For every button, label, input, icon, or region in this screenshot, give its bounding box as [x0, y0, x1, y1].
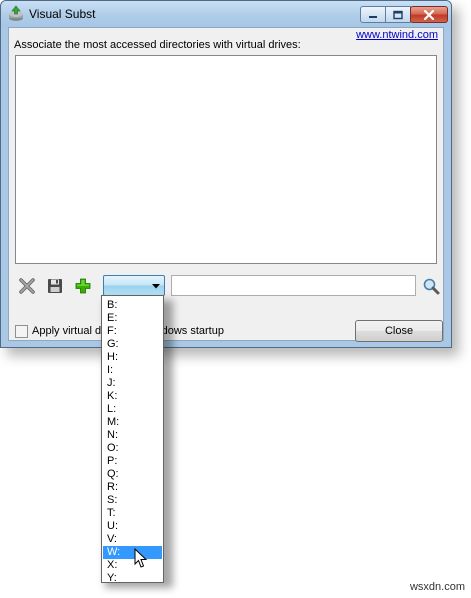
website-link[interactable]: www.ntwind.com: [356, 29, 438, 41]
drive-option[interactable]: R:: [103, 481, 162, 494]
drive-option[interactable]: U:: [103, 520, 162, 533]
drive-option[interactable]: J:: [103, 377, 162, 390]
drive-option[interactable]: E:: [103, 312, 162, 325]
maximize-button[interactable]: [385, 6, 411, 23]
startup-checkbox[interactable]: [15, 325, 28, 338]
drive-option[interactable]: X:: [103, 559, 162, 572]
drive-option[interactable]: K:: [103, 390, 162, 403]
drive-option[interactable]: G:: [103, 338, 162, 351]
minimize-button[interactable]: [360, 6, 386, 23]
directory-path-input[interactable]: [171, 275, 416, 296]
maximize-icon: [393, 10, 403, 19]
window-title: Visual Subst: [29, 7, 96, 21]
drive-option[interactable]: P:: [103, 455, 162, 468]
drive-option[interactable]: L:: [103, 403, 162, 416]
mouse-pointer-icon: [134, 548, 148, 568]
drive-option[interactable]: F:: [103, 325, 162, 338]
drive-option[interactable]: O:: [103, 442, 162, 455]
remove-x-icon[interactable]: [18, 277, 36, 295]
virtual-drives-list[interactable]: [15, 55, 437, 264]
drive-option[interactable]: S:: [103, 494, 162, 507]
drive-option[interactable]: T:: [103, 507, 162, 520]
close-button[interactable]: Close: [355, 320, 443, 342]
chevron-down-icon: [152, 284, 160, 289]
drive-option[interactable]: M:: [103, 416, 162, 429]
title-bar[interactable]: Visual Subst: [1, 1, 451, 27]
drive-letter-select[interactable]: [103, 275, 165, 296]
drive-option[interactable]: B:: [103, 299, 162, 312]
green-plus-icon[interactable]: [74, 277, 92, 295]
window-close-button[interactable]: [410, 6, 448, 23]
drive-option[interactable]: N:: [103, 429, 162, 442]
visual-subst-window: Visual Subst Associate the most accessed…: [0, 0, 452, 348]
drive-option[interactable]: I:: [103, 364, 162, 377]
drive-option[interactable]: V:: [103, 533, 162, 546]
close-icon: [423, 9, 435, 20]
drive-option[interactable]: Q:: [103, 468, 162, 481]
client-area: Associate the most accessed directories …: [8, 27, 444, 342]
magnifier-icon[interactable]: [422, 277, 440, 295]
description-label: Associate the most accessed directories …: [14, 39, 301, 51]
drive-option[interactable]: Y:: [103, 572, 162, 585]
watermark-text: wsxdn.com: [409, 581, 465, 593]
minimize-icon: [369, 15, 377, 18]
drive-dropdown-list[interactable]: B: E: F: G: H: I: J: K: L: M: N: O: P: Q: R: S: T: U: V: W:…: [101, 295, 164, 585]
drive-option[interactable]: W:: [103, 546, 162, 559]
drive-option[interactable]: H:: [103, 351, 162, 364]
app-drive-icon: [9, 5, 23, 21]
floppy-save-icon[interactable]: [46, 277, 64, 295]
